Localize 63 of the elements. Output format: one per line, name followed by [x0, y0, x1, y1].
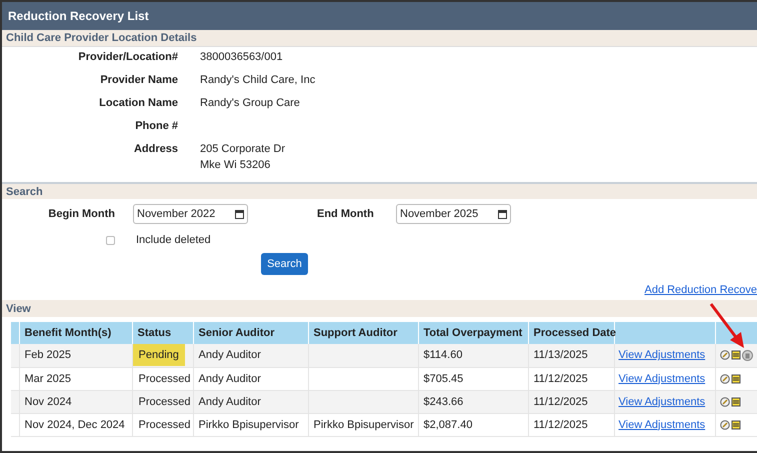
- section-header: View: [2, 300, 757, 317]
- field-value: Randy's Group Care: [200, 96, 300, 110]
- table-cell: Mar 2025: [24, 372, 71, 384]
- table-cell: Andy Auditor: [198, 396, 261, 408]
- edit-icon[interactable]: [720, 374, 730, 384]
- table-cell: 11/13/2025: [534, 349, 588, 362]
- status-label: Processed: [138, 418, 192, 432]
- field-label: Address: [132, 142, 178, 156]
- date-field[interactable]: November 2022: [133, 204, 248, 224]
- add-link[interactable]: Add Reduction Recove: [644, 283, 757, 299]
- table-cell: Andy Auditor: [198, 349, 261, 362]
- field-label: Provider Name: [99, 73, 178, 87]
- column-header: Benefit Month(s): [19, 322, 132, 344]
- note-icon[interactable]: [730, 420, 740, 430]
- calendar-icon: [498, 210, 507, 218]
- status-label: Processed: [138, 372, 192, 386]
- table-cell: Pirkko Bpisupervisor: [198, 418, 299, 430]
- table-cell: Pirkko Bpisupervisor: [314, 418, 414, 430]
- search-button[interactable]: Search: [261, 253, 308, 275]
- date-field[interactable]: November 2025: [396, 204, 511, 224]
- view-adjustments-link[interactable]: View Adjustments: [618, 349, 706, 362]
- column-header: Support Auditor: [308, 322, 418, 344]
- field-label: Phone #: [134, 119, 178, 133]
- field-value: Randy's Child Care, Inc: [200, 73, 316, 87]
- window-title: Reduction Recovery List: [2, 2, 757, 30]
- table-cell: $705.45: [424, 372, 464, 384]
- field-label: Provider/Location#: [77, 50, 178, 64]
- view-adjustments-link[interactable]: View Adjustments: [618, 396, 706, 408]
- column-header: Senior Auditor: [193, 322, 308, 344]
- view-adjustments-link[interactable]: View Adjustments: [618, 418, 706, 430]
- note-icon[interactable]: [730, 374, 740, 384]
- edit-icon[interactable]: [720, 396, 730, 406]
- field-value: Mke Wi 53206: [200, 158, 272, 172]
- table-cell: 11/12/2025: [534, 418, 588, 430]
- column-header: Processed Date: [528, 322, 614, 344]
- field-label: End Month: [317, 207, 375, 221]
- table-cell: 11/12/2025: [534, 372, 588, 384]
- section-header: Child Care Provider Location Details: [2, 30, 757, 47]
- status-label: Processed: [138, 394, 192, 410]
- checkbox[interactable]: [106, 236, 115, 244]
- column-header: Total Overpayment: [418, 322, 528, 344]
- calendar-icon: [235, 210, 244, 218]
- table-cell: Nov 2024, Dec 2024: [24, 418, 125, 430]
- field-label: Begin Month: [47, 207, 115, 221]
- table-cell: $2,087.40: [424, 418, 472, 430]
- field-value: 205 Corporate Dr: [200, 142, 285, 156]
- table-cell: Andy Auditor: [198, 372, 261, 384]
- table-cell: Feb 2025: [24, 349, 71, 362]
- note-icon[interactable]: [730, 350, 740, 360]
- field-value: 3800036563/001: [200, 50, 283, 64]
- table-cell: Nov 2024: [24, 396, 72, 408]
- status-label: Pending: [132, 344, 185, 366]
- table-cell: $243.66: [424, 396, 464, 408]
- checkbox-label: Include deleted: [136, 233, 211, 247]
- section-header: Search: [2, 182, 757, 199]
- field-label: Location Name: [98, 96, 178, 110]
- table-cell: $114.60: [424, 349, 462, 362]
- note-icon[interactable]: [730, 396, 740, 406]
- column-header: Status: [132, 322, 193, 344]
- table-cell: 11/12/2025: [534, 396, 588, 408]
- edit-icon[interactable]: [720, 420, 730, 430]
- edit-icon[interactable]: [720, 350, 730, 360]
- view-adjustments-link[interactable]: View Adjustments: [618, 372, 706, 384]
